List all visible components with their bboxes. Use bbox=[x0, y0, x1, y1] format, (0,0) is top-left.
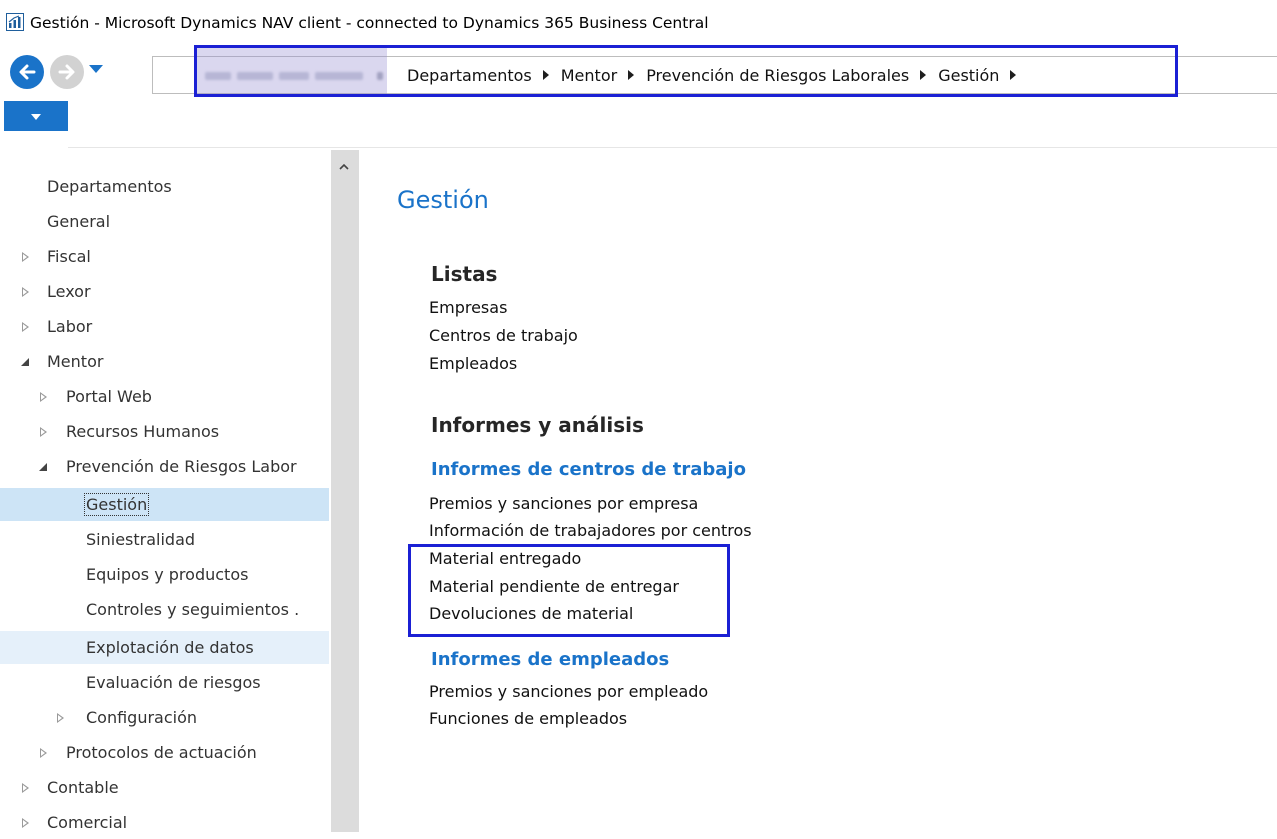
breadcrumb-arrow-icon[interactable] bbox=[1010, 70, 1017, 80]
company-name-redacted bbox=[205, 65, 395, 85]
expand-icon[interactable] bbox=[22, 818, 29, 828]
link-empresas[interactable]: Empresas bbox=[429, 298, 507, 317]
chevron-down-icon bbox=[31, 114, 41, 120]
app-icon bbox=[6, 13, 24, 31]
title-bar: Gestión - Microsoft Dynamics NAV client … bbox=[0, 0, 1277, 44]
sidebar-item-portal-web[interactable]: Portal Web bbox=[0, 380, 329, 413]
link-informacion-trabajadores[interactable]: Información de trabajadores por centros bbox=[429, 521, 752, 540]
back-button[interactable] bbox=[10, 55, 44, 89]
sidebar-item-label: General bbox=[47, 212, 111, 231]
sidebar-item-label: Labor bbox=[47, 317, 93, 336]
link-funciones-empleados[interactable]: Funciones de empleados bbox=[429, 709, 627, 728]
expand-icon[interactable] bbox=[40, 748, 47, 758]
breadcrumb-label: Mentor bbox=[560, 65, 618, 85]
expand-icon[interactable] bbox=[22, 783, 29, 793]
sidebar-item-fiscal[interactable]: Fiscal bbox=[0, 240, 329, 273]
link-devoluciones-material[interactable]: Devoluciones de material bbox=[429, 604, 633, 623]
sidebar-item-label: Gestión bbox=[83, 493, 150, 516]
link-premios-sanciones-empleado[interactable]: Premios y sanciones por empleado bbox=[429, 682, 708, 701]
group-heading-empleados: Informes de empleados bbox=[431, 649, 670, 670]
sidebar-item-recursos-humanos[interactable]: Recursos Humanos bbox=[0, 415, 329, 448]
sidebar-item-controles[interactable]: Controles y seguimientos . bbox=[0, 593, 329, 626]
breadcrumb: Departamentos Mentor Prevención de Riesg… bbox=[407, 57, 1028, 93]
sidebar-item-prevencion[interactable]: Prevención de Riesgos Labor bbox=[0, 450, 329, 483]
breadcrumb-arrow-icon[interactable] bbox=[628, 70, 635, 80]
sidebar-item-label: Recursos Humanos bbox=[66, 422, 220, 441]
link-material-entregado[interactable]: Material entregado bbox=[429, 549, 581, 568]
breadcrumb-label: Gestión bbox=[938, 65, 1000, 85]
arrow-right-icon bbox=[58, 64, 75, 80]
sidebar-item-label: Configuración bbox=[86, 708, 198, 727]
sidebar-item-label: Protocolos de actuación bbox=[66, 743, 257, 762]
breadcrumb-arrow-icon[interactable] bbox=[542, 70, 549, 80]
arrow-left-icon bbox=[19, 64, 36, 80]
breadcrumb-arrow-icon[interactable] bbox=[920, 70, 927, 80]
sidebar-item-label: Evaluación de riesgos bbox=[86, 673, 261, 692]
history-dropdown-icon[interactable] bbox=[89, 65, 103, 73]
sidebar-scrollbar[interactable] bbox=[331, 150, 359, 832]
sidebar-item-mentor[interactable]: Mentor bbox=[0, 345, 329, 378]
sidebar-item-contable[interactable]: Contable bbox=[0, 771, 329, 804]
sidebar-item-label: Contable bbox=[47, 778, 119, 797]
expand-icon[interactable] bbox=[22, 287, 29, 297]
expand-icon[interactable] bbox=[40, 392, 47, 402]
divider bbox=[68, 147, 1277, 148]
sidebar-item-label: Explotación de datos bbox=[86, 638, 254, 657]
sidebar-item-label: Prevención de Riesgos Labor bbox=[66, 457, 297, 476]
sidebar-item-siniestralidad[interactable]: Siniestralidad bbox=[0, 523, 329, 556]
breadcrumb-label: Prevención de Riesgos Laborales bbox=[646, 65, 910, 85]
link-material-pendiente[interactable]: Material pendiente de entregar bbox=[429, 577, 679, 596]
group-heading-centros: Informes de centros de trabajo bbox=[431, 459, 746, 480]
breadcrumb-item[interactable]: Mentor bbox=[561, 66, 617, 85]
sidebar-item-explotacion[interactable]: Explotación de datos bbox=[0, 631, 329, 664]
sidebar-item-departamentos[interactable]: Departamentos bbox=[0, 170, 329, 203]
sidebar-item-label: Departamentos bbox=[47, 177, 172, 196]
sidebar-item-label: Mentor bbox=[47, 352, 104, 371]
window-title: Gestión - Microsoft Dynamics NAV client … bbox=[30, 14, 709, 32]
forward-button[interactable] bbox=[50, 55, 84, 89]
section-heading-informes: Informes y análisis bbox=[431, 413, 644, 437]
ribbon-toggle-button[interactable] bbox=[4, 101, 68, 131]
link-empleados[interactable]: Empleados bbox=[429, 354, 517, 373]
breadcrumb-item[interactable]: Gestión bbox=[938, 66, 999, 85]
chevron-up-icon[interactable] bbox=[337, 160, 351, 174]
expand-icon[interactable] bbox=[57, 713, 64, 723]
sidebar-item-label: Controles y seguimientos . bbox=[86, 600, 300, 619]
section-heading-listas: Listas bbox=[431, 262, 498, 286]
sidebar-item-label: Portal Web bbox=[66, 387, 152, 406]
sidebar-item-label: Equipos y productos bbox=[86, 565, 249, 584]
address-bar[interactable]: Departamentos Mentor Prevención de Riesg… bbox=[152, 56, 1277, 94]
sidebar-item-configuracion[interactable]: Configuración bbox=[0, 701, 329, 734]
navigation-pane: Departamentos General Fiscal Lexor Labor… bbox=[0, 150, 359, 832]
sidebar-item-general[interactable]: General bbox=[0, 205, 329, 238]
sidebar-item-equipos[interactable]: Equipos y productos bbox=[0, 558, 329, 591]
expand-icon[interactable] bbox=[22, 322, 29, 332]
link-centros-de-trabajo[interactable]: Centros de trabajo bbox=[429, 326, 578, 345]
sidebar-item-label: Siniestralidad bbox=[86, 530, 196, 549]
expand-icon[interactable] bbox=[22, 252, 29, 262]
sidebar-item-comercial[interactable]: Comercial bbox=[0, 806, 329, 839]
sidebar-item-gestion[interactable]: Gestión bbox=[0, 488, 329, 521]
sidebar-item-labor[interactable]: Labor bbox=[0, 310, 329, 343]
collapse-icon[interactable] bbox=[21, 358, 29, 366]
expand-icon[interactable] bbox=[40, 427, 47, 437]
page-title: Gestión bbox=[397, 186, 489, 214]
sidebar-item-label: Comercial bbox=[47, 813, 128, 832]
collapse-icon[interactable] bbox=[39, 463, 47, 471]
sidebar-item-label: Fiscal bbox=[47, 247, 91, 266]
sidebar-item-label: Lexor bbox=[47, 282, 91, 301]
sidebar-item-protocolos[interactable]: Protocolos de actuación bbox=[0, 736, 329, 769]
sidebar-item-lexor[interactable]: Lexor bbox=[0, 275, 329, 308]
sidebar-item-evaluacion[interactable]: Evaluación de riesgos bbox=[0, 666, 329, 699]
breadcrumb-item[interactable]: Prevención de Riesgos Laborales bbox=[646, 66, 909, 85]
breadcrumb-label: Departamentos bbox=[407, 65, 532, 85]
breadcrumb-item[interactable]: Departamentos bbox=[407, 66, 532, 85]
link-premios-sanciones-empresa[interactable]: Premios y sanciones por empresa bbox=[429, 494, 698, 513]
